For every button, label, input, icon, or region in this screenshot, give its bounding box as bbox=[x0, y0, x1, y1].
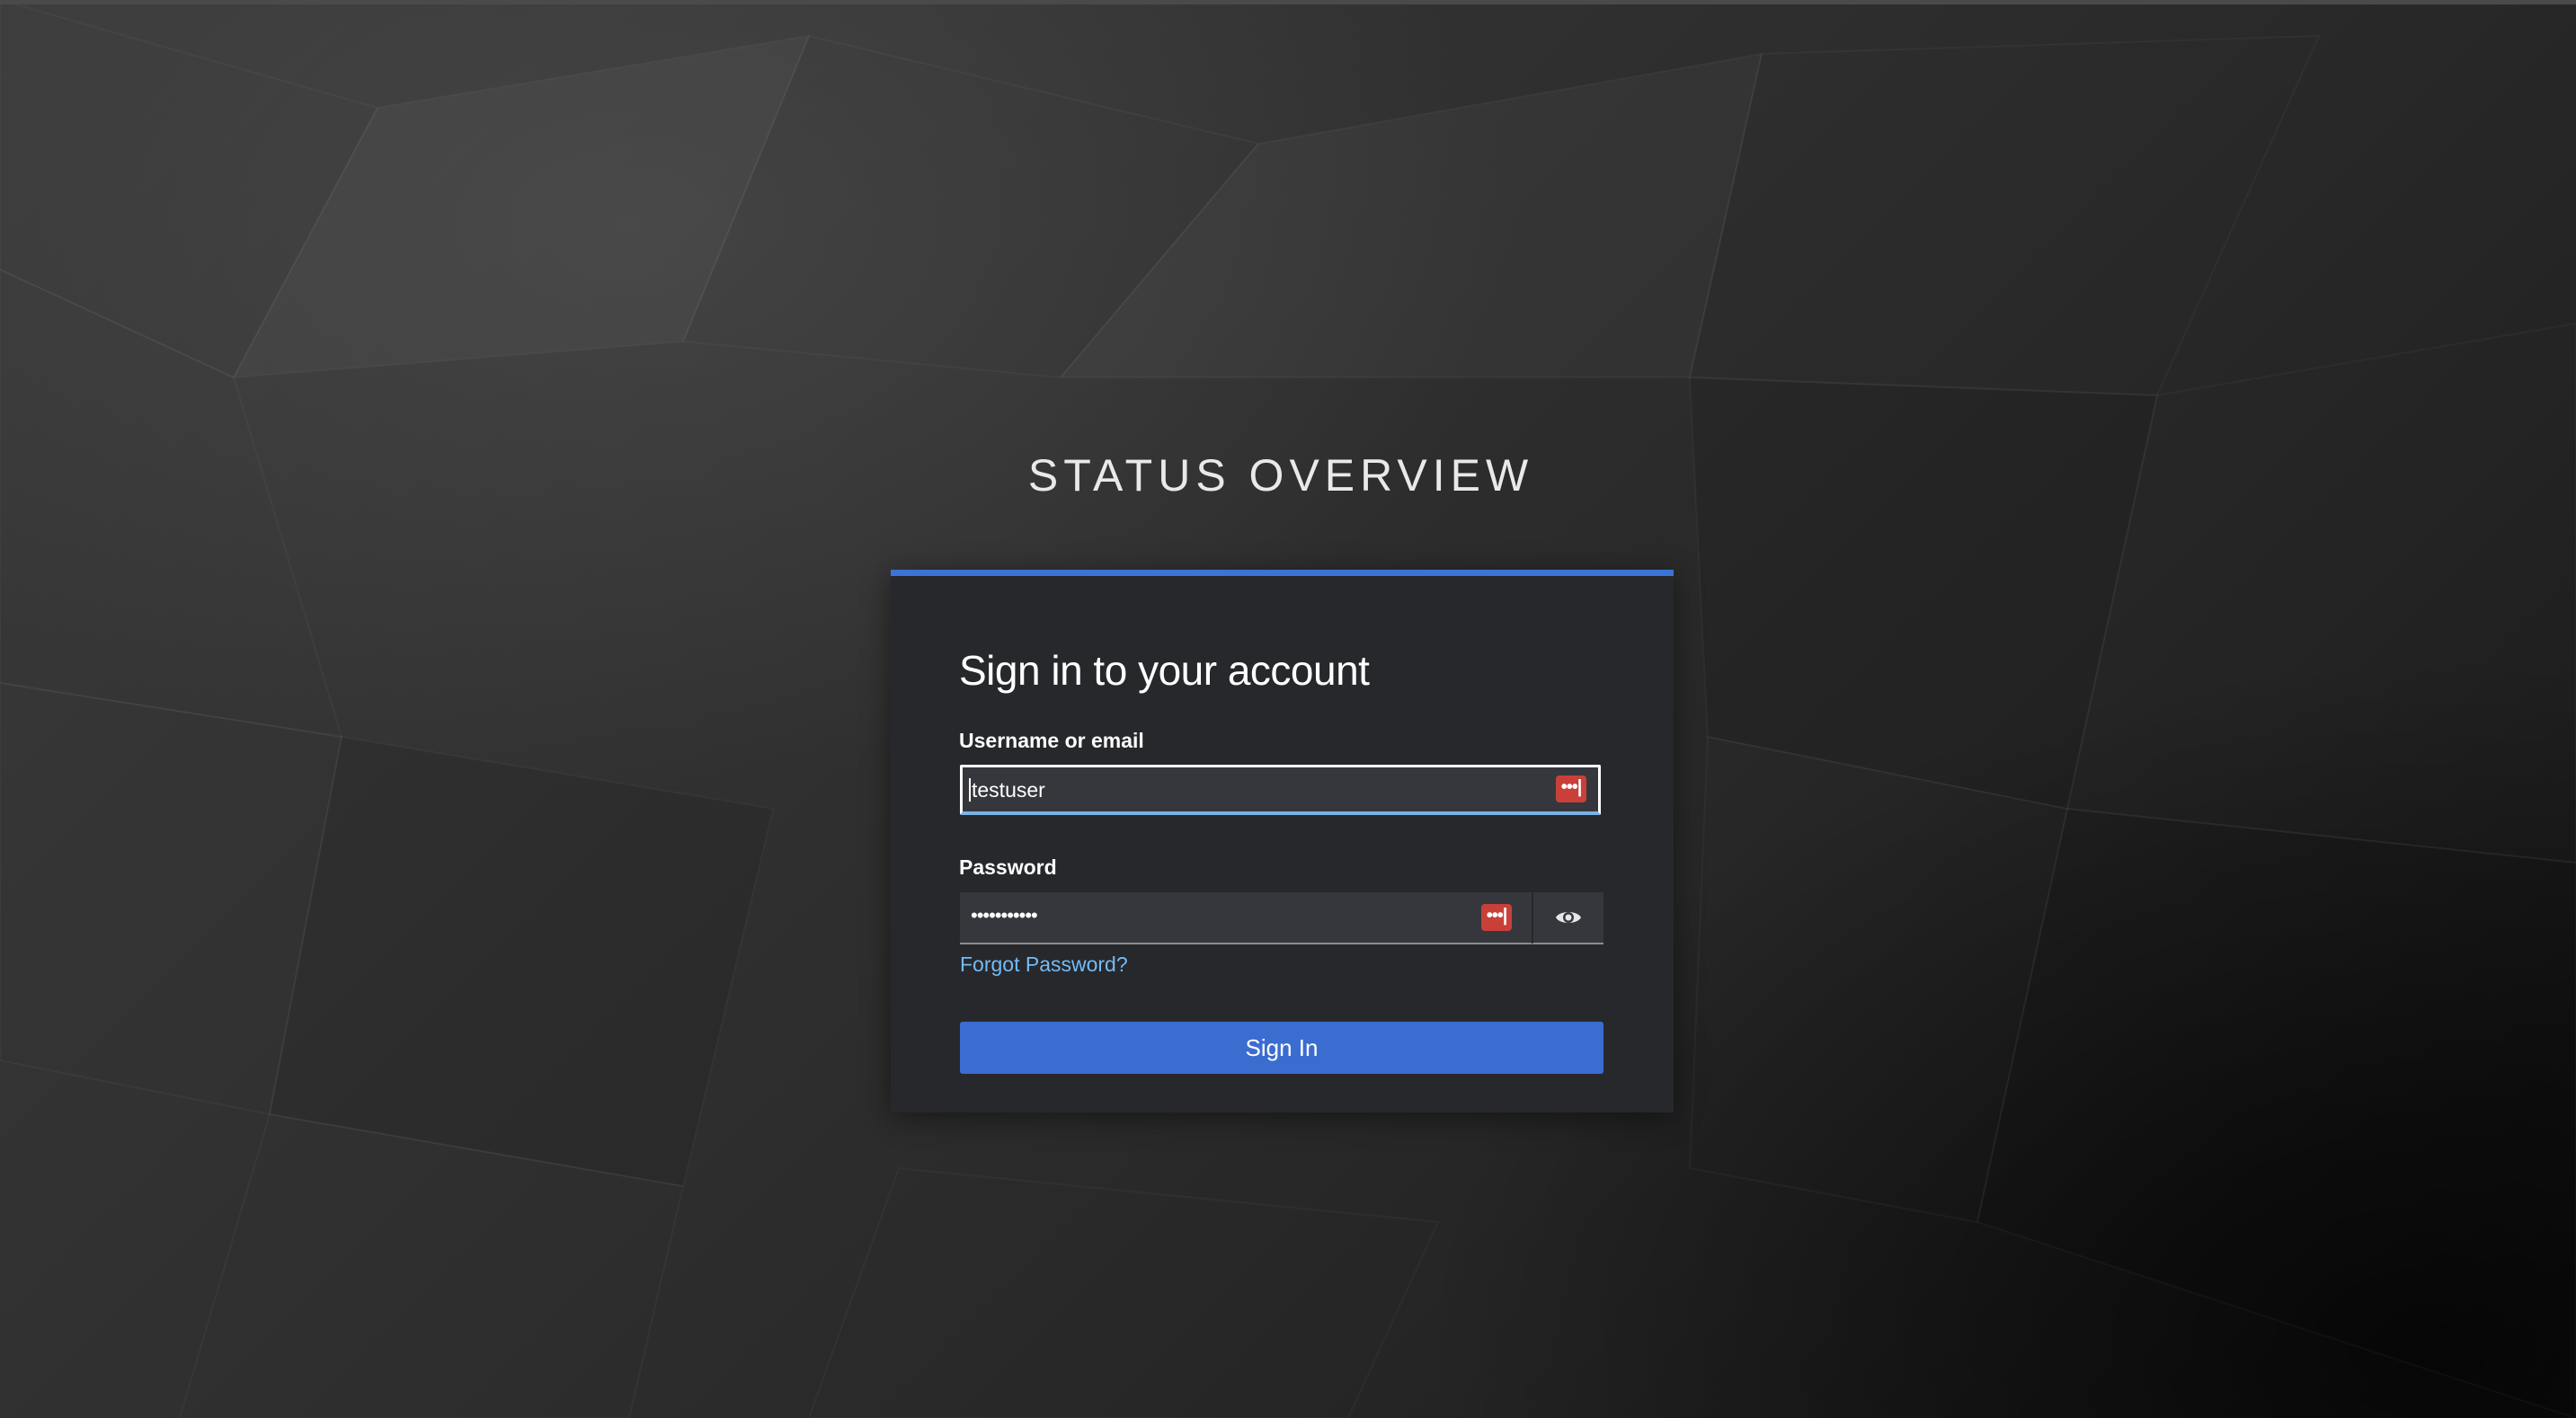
password-input[interactable]: ••••••••••• •••| bbox=[960, 892, 1532, 944]
brand-title: STATUS OVERVIEW bbox=[1027, 450, 1534, 501]
password-manager-icon[interactable]: •••| bbox=[1481, 904, 1512, 931]
sign-in-button[interactable]: Sign In bbox=[960, 1022, 1603, 1074]
text-caret bbox=[969, 778, 971, 802]
password-label: Password bbox=[959, 855, 1057, 879]
password-value: ••••••••••• bbox=[971, 904, 1038, 926]
login-title: Sign in to your account bbox=[959, 647, 1370, 694]
show-password-button[interactable] bbox=[1532, 892, 1603, 944]
eye-icon bbox=[1556, 912, 1581, 923]
username-label: Username or email bbox=[959, 729, 1144, 752]
login-card: Sign in to your account Username or emai… bbox=[891, 570, 1674, 1112]
username-input[interactable]: testuser •••| bbox=[960, 765, 1601, 815]
top-border bbox=[0, 0, 2576, 4]
forgot-password-link[interactable]: Forgot Password? bbox=[960, 953, 1128, 977]
username-value: testuser bbox=[972, 778, 1045, 802]
password-manager-icon[interactable]: •••| bbox=[1556, 775, 1586, 802]
